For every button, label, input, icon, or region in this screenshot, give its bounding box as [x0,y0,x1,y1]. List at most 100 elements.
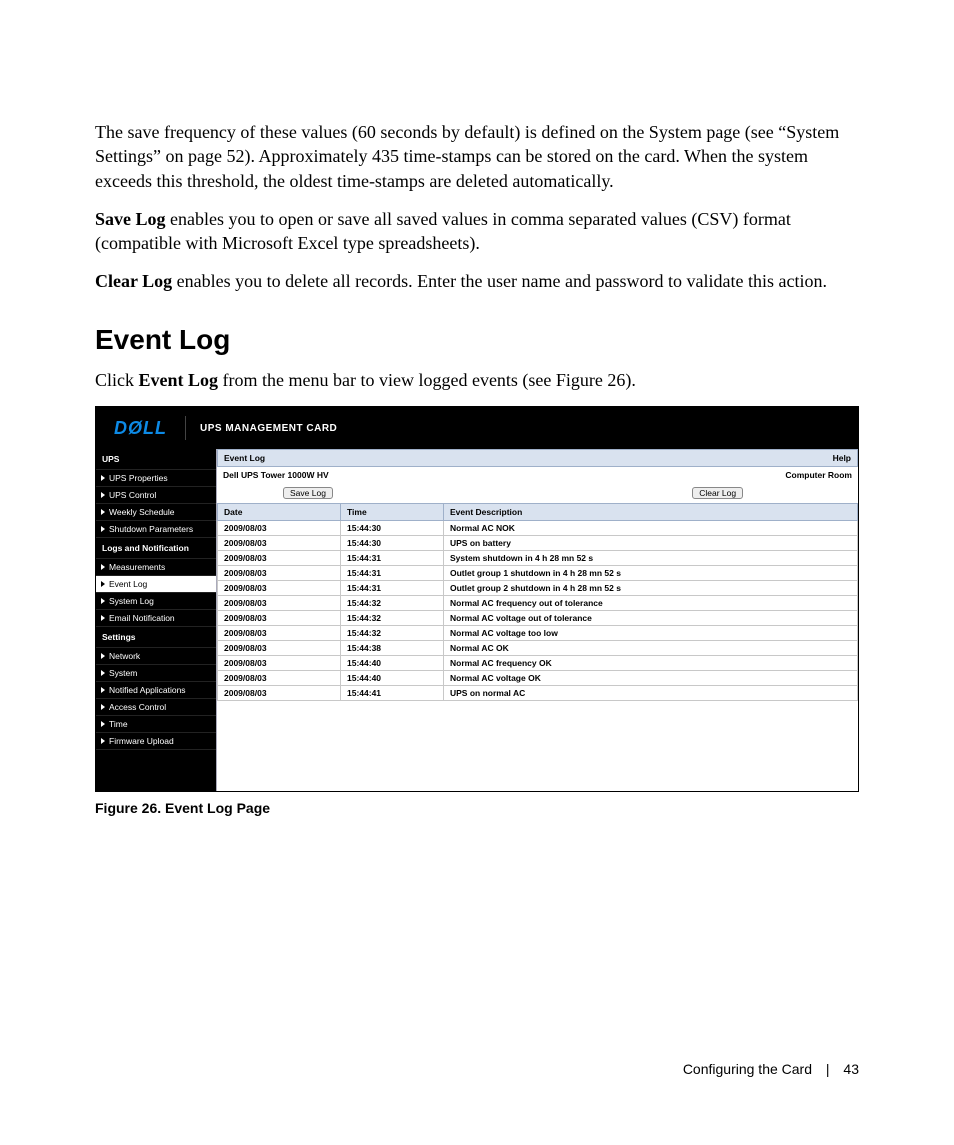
cell-desc: Normal AC voltage OK [444,671,858,686]
sidebar-item-system[interactable]: System [96,665,216,682]
cell-time: 15:44:31 [341,581,444,596]
cell-date: 2009/08/03 [218,686,341,701]
cell-time: 15:44:30 [341,521,444,536]
cell-desc: Normal AC frequency out of tolerance [444,596,858,611]
cell-date: 2009/08/03 [218,656,341,671]
paragraph-save-log: Save Log enables you to open or save all… [95,207,859,256]
page-footer: Configuring the Card | 43 [683,1061,859,1077]
table-row: 2009/08/0315:44:30UPS on battery [218,536,858,551]
sidebar-item-shutdown-parameters[interactable]: Shutdown Parameters [96,521,216,538]
arrow-icon [101,492,105,498]
text-click-b: Event Log [139,370,219,390]
sidebar-item-access-control[interactable]: Access Control [96,699,216,716]
cell-time: 15:44:32 [341,611,444,626]
cell-desc: UPS on battery [444,536,858,551]
arrow-icon [101,581,105,587]
table-row: 2009/08/0315:44:30Normal AC NOK [218,521,858,536]
sidebar-item-time[interactable]: Time [96,716,216,733]
arrow-icon [101,738,105,744]
sidebar-item-measurements[interactable]: Measurements [96,559,216,576]
arrow-icon [101,509,105,515]
sidebar-item-network[interactable]: Network [96,648,216,665]
sidebar-group: Settings [96,627,216,648]
sidebar-item-ups-control[interactable]: UPS Control [96,487,216,504]
footer-page-number: 43 [843,1061,859,1077]
cell-desc: Normal AC voltage too low [444,626,858,641]
col-time: Time [341,504,444,521]
term-save-log: Save Log [95,209,166,229]
cell-date: 2009/08/03 [218,611,341,626]
figure-caption: Figure 26. Event Log Page [95,800,859,816]
table-row: 2009/08/0315:44:31System shutdown in 4 h… [218,551,858,566]
screenshot-header: DØLL UPS MANAGEMENT CARD [96,407,858,449]
help-link[interactable]: Help [833,453,851,463]
clear-log-button[interactable]: Clear Log [692,487,743,499]
figure-event-log-screenshot: DØLL UPS MANAGEMENT CARD UPSUPS Properti… [95,406,859,792]
device-name: Dell UPS Tower 1000W HV [223,470,329,480]
col-desc: Event Description [444,504,858,521]
sidebar-item-label: UPS Control [109,490,156,500]
table-row: 2009/08/0315:44:40Normal AC voltage OK [218,671,858,686]
sidebar-item-label: UPS Properties [109,473,168,483]
col-date: Date [218,504,341,521]
sidebar-item-event-log[interactable]: Event Log [96,576,216,593]
cell-date: 2009/08/03 [218,521,341,536]
paragraph-clear-log: Clear Log enables you to delete all reco… [95,269,859,293]
sidebar-item-label: Network [109,651,140,661]
sidebar-item-label: Notified Applications [109,685,186,695]
arrow-icon [101,526,105,532]
sidebar-item-label: Weekly Schedule [109,507,175,517]
cell-date: 2009/08/03 [218,641,341,656]
cell-time: 15:44:32 [341,626,444,641]
cell-time: 15:44:31 [341,551,444,566]
cell-date: 2009/08/03 [218,671,341,686]
location-name: Computer Room [785,470,852,480]
sidebar-item-email-notification[interactable]: Email Notification [96,610,216,627]
cell-date: 2009/08/03 [218,566,341,581]
dell-logo: DØLL [96,418,185,439]
sidebar-item-ups-properties[interactable]: UPS Properties [96,470,216,487]
heading-event-log: Event Log [95,324,859,356]
sidebar: UPSUPS PropertiesUPS ControlWeekly Sched… [96,449,216,791]
titlebar-left: Event Log [224,453,265,463]
sidebar-item-label: System Log [109,596,154,606]
sidebar-item-label: Measurements [109,562,165,572]
cell-time: 15:44:40 [341,671,444,686]
table-row: 2009/08/0315:44:40Normal AC frequency OK [218,656,858,671]
table-row: 2009/08/0315:44:41UPS on normal AC [218,686,858,701]
header-divider [185,416,186,440]
text-save-log-desc: enables you to open or save all saved va… [95,209,791,253]
cell-desc: Outlet group 2 shutdown in 4 h 28 mn 52 … [444,581,858,596]
arrow-icon [101,615,105,621]
arrow-icon [101,564,105,570]
button-row: Save Log Clear Log [217,483,858,503]
table-row: 2009/08/0315:44:38Normal AC OK [218,641,858,656]
text-click-c: from the menu bar to view logged events … [218,370,636,390]
subbar: Dell UPS Tower 1000W HV Computer Room [217,467,858,483]
cell-time: 15:44:32 [341,596,444,611]
cell-time: 15:44:31 [341,566,444,581]
cell-time: 15:44:41 [341,686,444,701]
cell-time: 15:44:30 [341,536,444,551]
sidebar-item-notified-applications[interactable]: Notified Applications [96,682,216,699]
cell-date: 2009/08/03 [218,626,341,641]
sidebar-group: Logs and Notification [96,538,216,559]
term-clear-log: Clear Log [95,271,172,291]
footer-separator: | [826,1061,830,1077]
sidebar-item-label: System [109,668,137,678]
cell-date: 2009/08/03 [218,596,341,611]
cell-desc: Normal AC frequency OK [444,656,858,671]
sidebar-item-label: Email Notification [109,613,175,623]
save-log-button[interactable]: Save Log [283,487,333,499]
arrow-icon [101,721,105,727]
sidebar-item-weekly-schedule[interactable]: Weekly Schedule [96,504,216,521]
arrow-icon [101,670,105,676]
table-row: 2009/08/0315:44:31Outlet group 1 shutdow… [218,566,858,581]
sidebar-item-firmware-upload[interactable]: Firmware Upload [96,733,216,750]
table-row: 2009/08/0315:44:32Normal AC frequency ou… [218,596,858,611]
titlebar: Event Log Help [217,449,858,467]
text-clear-log-desc: enables you to delete all records. Enter… [172,271,827,291]
footer-section: Configuring the Card [683,1061,812,1077]
sidebar-item-system-log[interactable]: System Log [96,593,216,610]
arrow-icon [101,704,105,710]
